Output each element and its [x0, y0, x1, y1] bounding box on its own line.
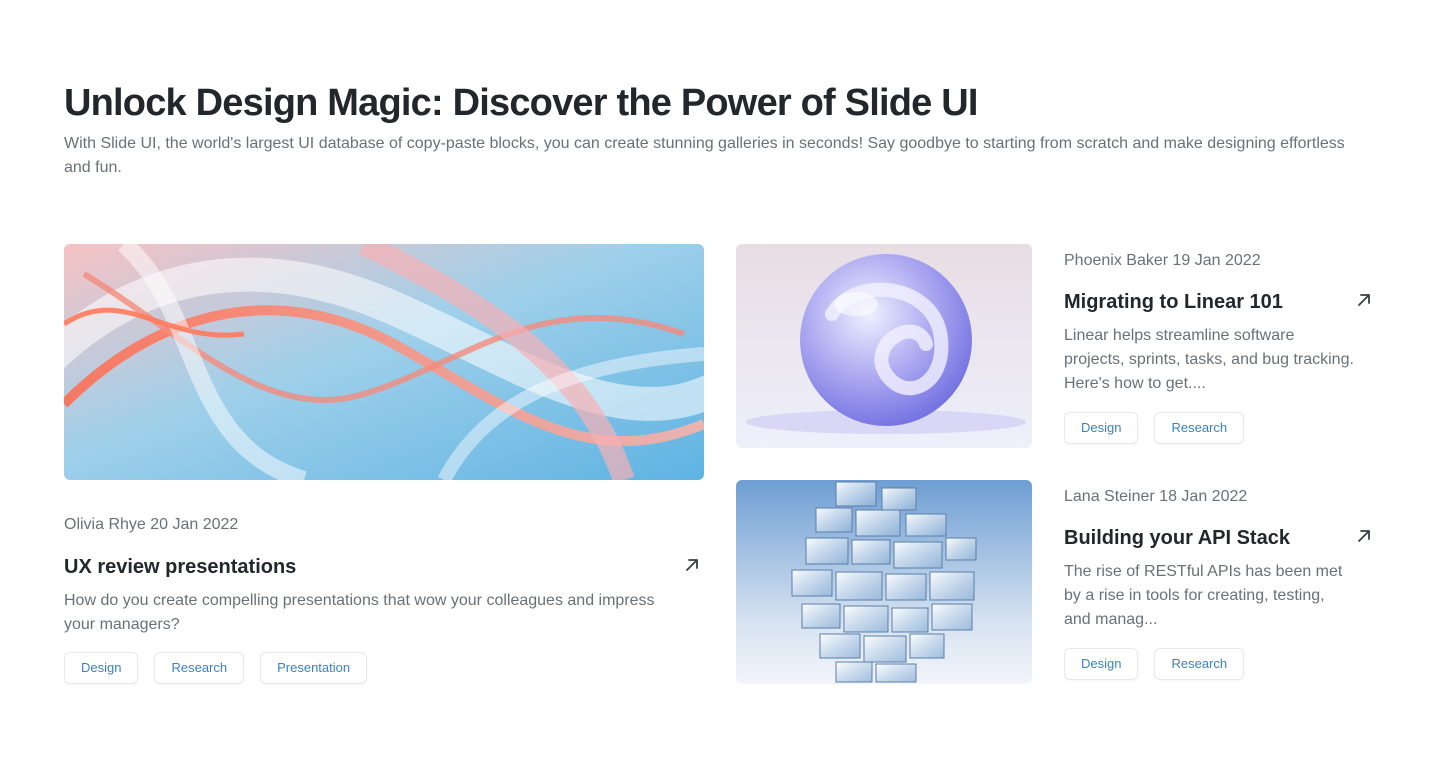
post-tags: Design Research Presentation: [64, 652, 368, 684]
post-meta: Phoenix Baker 19 Jan 2022: [1064, 252, 1261, 269]
arrow-up-right-icon[interactable]: [1354, 526, 1374, 546]
post-image-glass-sphere[interactable]: [736, 244, 1032, 448]
tag-research[interactable]: Research: [1154, 648, 1245, 680]
post-image-glass-cubes[interactable]: [736, 480, 1032, 684]
post-image-abstract-waves[interactable]: [64, 244, 704, 480]
post-title[interactable]: Building your API Stack: [1064, 524, 1290, 552]
tag-research[interactable]: Research: [154, 652, 245, 684]
page-title: Unlock Design Magic: Discover the Power …: [64, 82, 978, 124]
blog-section: Unlock Design Magic: Discover the Power …: [0, 0, 1440, 764]
page-subtitle: With Slide UI, the world's largest UI da…: [64, 135, 1345, 176]
tag-design[interactable]: Design: [64, 652, 139, 684]
post-meta: Olivia Rhye 20 Jan 2022: [64, 516, 239, 533]
post-description: Linear helps streamline software project…: [1064, 327, 1354, 392]
post-description: How do you create compelling presentatio…: [64, 592, 655, 633]
tag-design[interactable]: Design: [1064, 412, 1139, 444]
post-title[interactable]: Migrating to Linear 101: [1064, 288, 1283, 316]
tag-research[interactable]: Research: [1154, 412, 1245, 444]
tag-design[interactable]: Design: [1064, 648, 1139, 680]
post-title[interactable]: UX review presentations: [64, 553, 296, 581]
post-description: The rise of RESTful APIs has been met by…: [1064, 563, 1343, 628]
arrow-up-right-icon[interactable]: [682, 555, 702, 575]
arrow-up-right-icon[interactable]: [1354, 290, 1374, 310]
post-meta: Lana Steiner 18 Jan 2022: [1064, 488, 1248, 505]
post-tags: Design Research: [1064, 648, 1245, 680]
tag-presentation[interactable]: Presentation: [260, 652, 368, 684]
post-tags: Design Research: [1064, 412, 1245, 444]
